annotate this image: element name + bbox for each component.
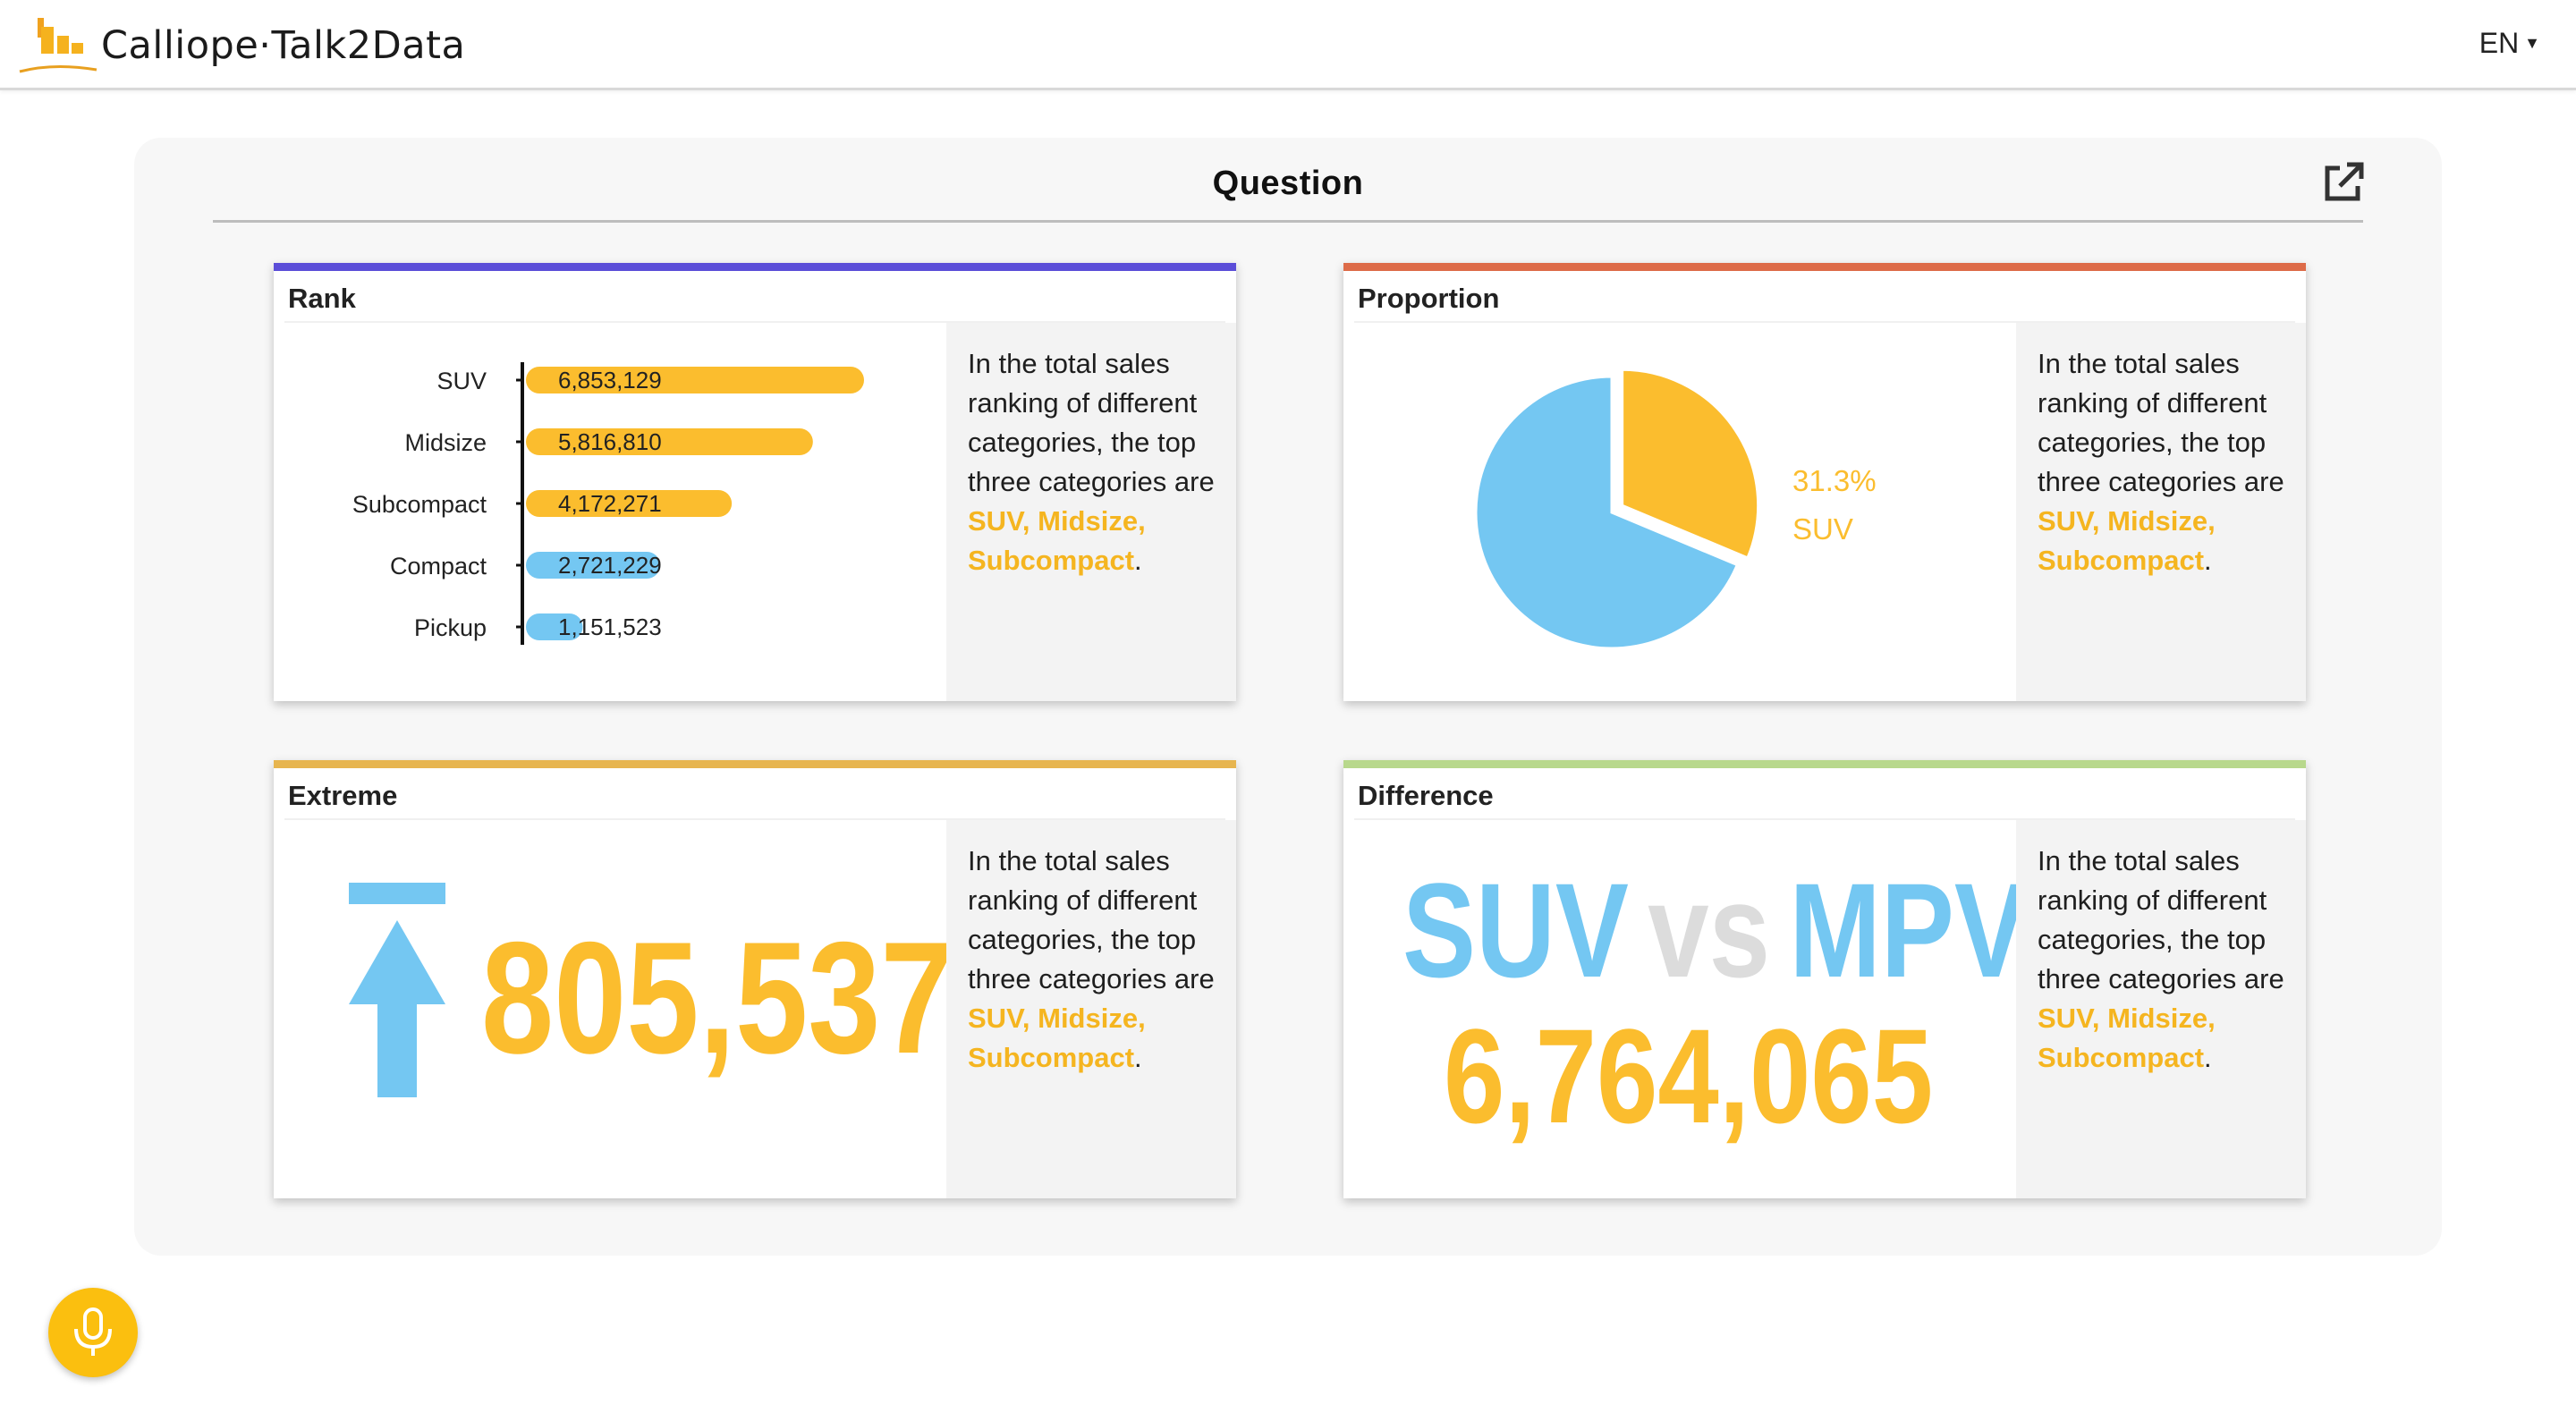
proportion-pie-chart bbox=[1474, 368, 1760, 650]
panel-title: Question bbox=[1212, 165, 1364, 202]
pie-percent-label: 31.3% bbox=[1792, 464, 1877, 497]
rank-desc-end: . bbox=[1134, 545, 1142, 576]
difference-description: In the total sales ranking of different … bbox=[2016, 820, 2306, 1198]
rank-bar-chart: SUV 6,853,129 Midsize 5,816,810 Subcompact 4,… bbox=[352, 362, 864, 645]
rank-category-label: Subcompact bbox=[352, 491, 487, 518]
extreme-value: 805,537 bbox=[481, 909, 953, 1087]
rank-card-title: Rank bbox=[288, 283, 356, 314]
difference-card[interactable]: Difference SUV vs MPV 6,764,065 In the tot… bbox=[1343, 760, 2306, 1198]
extreme-card-title: Extreme bbox=[288, 780, 398, 811]
rank-desc-text: In the total sales ranking of different … bbox=[968, 348, 1215, 497]
logo-icon bbox=[19, 18, 97, 73]
extreme-visual: 805,537 bbox=[274, 820, 953, 1198]
proportion-chart-area: 31.3% SUV bbox=[1343, 323, 2016, 701]
proportion-desc-end: . bbox=[2204, 545, 2212, 576]
panel-divider bbox=[213, 220, 2363, 223]
top-bar: Calliope·Talk2Data EN ▼ bbox=[0, 0, 2576, 90]
extreme-desc-highlight: SUV, Midsize, Subcompact bbox=[968, 1003, 1146, 1073]
compare-vs: vs bbox=[1648, 855, 1771, 1005]
difference-value: 6,764,065 bbox=[1444, 1001, 1934, 1151]
microphone-icon bbox=[74, 1307, 112, 1356]
rank-card-accent bbox=[274, 263, 1236, 271]
pie-category-label: SUV bbox=[1792, 512, 1853, 546]
rank-value-label: 2,721,229 bbox=[558, 552, 662, 579]
caret-down-icon: ▼ bbox=[2524, 34, 2540, 52]
extreme-desc-text: In the total sales ranking of different … bbox=[968, 845, 1215, 994]
app-title: Calliope·Talk2Data bbox=[101, 23, 466, 68]
rank-category-label: Pickup bbox=[414, 614, 487, 641]
proportion-description: In the total sales ranking of different … bbox=[2016, 323, 2306, 701]
rank-desc-highlight: SUV, Midsize, Subcompact bbox=[968, 505, 1146, 576]
difference-desc-end: . bbox=[2204, 1042, 2212, 1073]
rank-category-label: SUV bbox=[436, 368, 487, 394]
rank-value-label: 5,816,810 bbox=[558, 428, 662, 455]
compare-left: SUV bbox=[1402, 855, 1629, 1005]
rank-value-label: 1,151,523 bbox=[558, 613, 662, 640]
language-selector[interactable]: EN ▼ bbox=[2479, 27, 2540, 60]
rank-chart-area: SUV 6,853,129 Midsize 5,816,810 Subcompact 4,… bbox=[274, 323, 946, 701]
microphone-button[interactable] bbox=[48, 1288, 138, 1377]
difference-card-title: Difference bbox=[1358, 780, 1494, 811]
difference-desc-text: In the total sales ranking of different … bbox=[2038, 845, 2284, 994]
rank-category-label: Midsize bbox=[404, 429, 487, 456]
compare-right: MPV bbox=[1789, 855, 2028, 1005]
rank-card[interactable]: Rank SUV 6,853,129 Midsize 5,816,810 Subcomp… bbox=[274, 263, 1236, 701]
language-label: EN bbox=[2479, 27, 2520, 59]
extreme-description: In the total sales ranking of different … bbox=[946, 820, 1236, 1198]
proportion-card-title: Proportion bbox=[1358, 283, 1500, 314]
proportion-card-accent bbox=[1343, 263, 2306, 271]
difference-card-accent bbox=[1343, 760, 2306, 768]
proportion-desc-highlight: SUV, Midsize, Subcompact bbox=[2038, 505, 2216, 576]
extreme-desc-end: . bbox=[1134, 1042, 1142, 1073]
extreme-card[interactable]: Extreme 805,537 In the total sales ranki… bbox=[274, 760, 1236, 1198]
proportion-desc-text: In the total sales ranking of different … bbox=[2038, 348, 2284, 497]
rank-category-label: Compact bbox=[390, 553, 487, 580]
difference-desc-highlight: SUV, Midsize, Subcompact bbox=[2038, 1003, 2216, 1073]
arrow-up-icon bbox=[349, 883, 445, 1097]
difference-visual: SUV vs MPV 6,764,065 bbox=[1343, 820, 2028, 1198]
rank-description: In the total sales ranking of different … bbox=[946, 323, 1236, 701]
rank-value-label: 6,853,129 bbox=[558, 367, 662, 393]
share-icon[interactable] bbox=[2322, 161, 2365, 204]
rank-value-label: 4,172,271 bbox=[558, 490, 662, 517]
extreme-card-accent bbox=[274, 760, 1236, 768]
comparison-heading: SUV vs MPV bbox=[1402, 863, 2028, 997]
proportion-card[interactable]: Proportion 31.3% SUV In the total sales … bbox=[1343, 263, 2306, 701]
